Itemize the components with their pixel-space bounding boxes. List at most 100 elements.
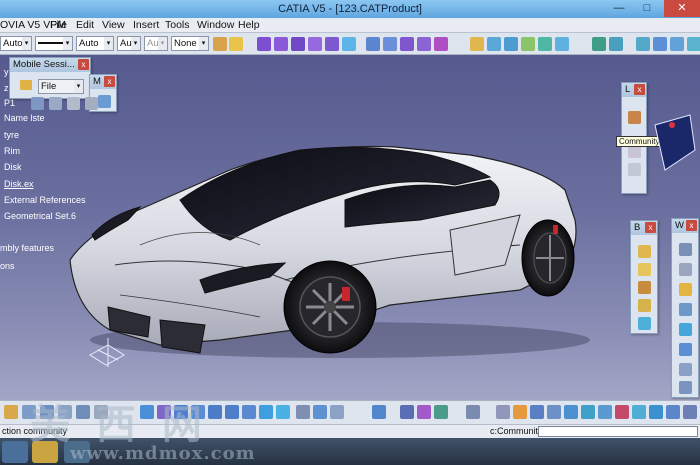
menu-insert[interactable]: Insert <box>133 19 159 31</box>
tree-item-disk-ex[interactable]: Disk.ex <box>4 179 34 189</box>
menu-view[interactable]: View <box>102 19 125 31</box>
b-tool-icon-5[interactable] <box>638 317 651 330</box>
catalog-icon[interactable] <box>466 405 480 419</box>
analysis-icon-1[interactable] <box>592 37 606 51</box>
move-icon-4[interactable] <box>521 37 535 51</box>
tree-item-p1[interactable]: P1 <box>4 98 15 108</box>
tool-icon-1[interactable] <box>636 37 650 51</box>
menu-edit[interactable]: Edit <box>76 19 94 31</box>
tool-icon-4[interactable] <box>687 37 700 51</box>
w-tool-icon-7[interactable] <box>679 363 692 376</box>
export-icon[interactable] <box>85 97 98 110</box>
zoom-out-icon[interactable] <box>225 405 239 419</box>
filter-icon[interactable] <box>649 405 663 419</box>
w-tool-icon-3[interactable] <box>679 283 692 296</box>
menu-tools[interactable]: Tools <box>165 19 190 31</box>
tool-icon-3[interactable] <box>670 37 684 51</box>
doc-icon[interactable] <box>598 405 612 419</box>
constraint-icon-4[interactable] <box>417 37 431 51</box>
brush-icon[interactable] <box>229 37 243 51</box>
w-tool-icon-8[interactable] <box>679 381 692 394</box>
b-tool-icon-2[interactable] <box>638 263 651 276</box>
maximize-button[interactable]: □ <box>634 0 660 17</box>
move-icon-2[interactable] <box>487 37 501 51</box>
annotation-icon[interactable] <box>632 405 646 419</box>
publish-icon[interactable] <box>666 405 680 419</box>
tree-item-y[interactable]: y <box>4 67 9 77</box>
normal-view-icon[interactable] <box>242 405 256 419</box>
color-combo[interactable]: Auto ▾ <box>0 36 32 51</box>
close-button[interactable]: ✕ <box>664 0 700 17</box>
update-icon[interactable] <box>372 405 386 419</box>
b-tool-icon-1[interactable] <box>638 245 651 258</box>
measure-icon[interactable] <box>400 405 414 419</box>
constraint-icon-2[interactable] <box>383 37 397 51</box>
snap-grid-icon[interactable] <box>547 405 561 419</box>
product-icon-1[interactable] <box>257 37 271 51</box>
w-tool-icon-1[interactable] <box>679 243 692 256</box>
constraint-icon-3[interactable] <box>400 37 414 51</box>
inertia-icon[interactable] <box>434 405 448 419</box>
product-icon-6[interactable] <box>342 37 356 51</box>
item2-icon[interactable] <box>628 163 641 176</box>
move-icon-1[interactable] <box>470 37 484 51</box>
b-tool-icon-4[interactable] <box>638 299 651 312</box>
close-icon[interactable]: x <box>634 84 645 95</box>
render-icon[interactable] <box>276 405 290 419</box>
zoom-in-icon[interactable] <box>208 405 222 419</box>
w-tool-icon-5[interactable] <box>679 323 692 336</box>
move-icon-3[interactable] <box>504 37 518 51</box>
options-icon[interactable] <box>683 405 697 419</box>
w-tool-icon-2[interactable] <box>679 263 692 276</box>
file-select[interactable]: File ▾ <box>38 79 84 94</box>
tree-item-rim[interactable]: Rim <box>4 146 20 156</box>
product-icon-3[interactable] <box>291 37 305 51</box>
painter-icon[interactable] <box>213 37 227 51</box>
w-tool-icon-6[interactable] <box>679 343 692 356</box>
menu-help[interactable]: Help <box>238 19 260 31</box>
knowledge-icon[interactable] <box>496 405 510 419</box>
folder-icon[interactable] <box>20 80 32 90</box>
move-icon-6[interactable] <box>555 37 569 51</box>
thickness-combo[interactable]: Auto ▾ <box>76 36 114 51</box>
tree-item-namelste[interactable]: Name lste <box>4 113 45 123</box>
formula-icon[interactable] <box>513 405 527 419</box>
product-icon-4[interactable] <box>308 37 322 51</box>
transparency-combo[interactable]: Aut ▾ <box>144 36 168 51</box>
menu-window[interactable]: Window <box>197 19 234 31</box>
tree-item-z[interactable]: z <box>4 83 9 93</box>
close-icon[interactable]: x <box>104 76 115 87</box>
clash-icon[interactable] <box>417 405 431 419</box>
w-tool-icon-4[interactable] <box>679 303 692 316</box>
refresh-icon[interactable] <box>49 97 62 110</box>
tool-icon-2[interactable] <box>653 37 667 51</box>
bottom-icon-1[interactable] <box>4 405 18 419</box>
product-icon-5[interactable] <box>325 37 339 51</box>
move-icon-5[interactable] <box>538 37 552 51</box>
tree-item-tyre[interactable]: tyre <box>4 130 19 140</box>
linetype2-combo[interactable]: Aut ▾ <box>117 36 141 51</box>
section-icon[interactable] <box>615 405 629 419</box>
sync-icon[interactable] <box>67 97 80 110</box>
start-icon[interactable] <box>2 441 28 463</box>
community-icon[interactable] <box>628 111 641 124</box>
layer-combo[interactable]: None ▾ <box>171 36 209 51</box>
command-input[interactable] <box>538 426 698 437</box>
product-icon-2[interactable] <box>274 37 288 51</box>
close-icon[interactable]: x <box>78 59 89 70</box>
menu-file[interactable]: File <box>50 19 67 31</box>
constraint-icon-5[interactable] <box>434 37 448 51</box>
minimize-button[interactable]: — <box>606 0 632 17</box>
table-icon[interactable] <box>581 405 595 419</box>
swap-icon[interactable] <box>313 405 327 419</box>
tree-item-disk[interactable]: Disk <box>4 162 22 172</box>
analysis-icon-2[interactable] <box>609 37 623 51</box>
compass-icon[interactable] <box>564 405 578 419</box>
constraint-icon-1[interactable] <box>366 37 380 51</box>
tree-item-assembly-features[interactable]: mbly features <box>0 243 54 253</box>
save-icon[interactable] <box>31 97 44 110</box>
tree-item-constraints[interactable]: ons <box>0 261 15 271</box>
axis-icon[interactable] <box>530 405 544 419</box>
layer-icon[interactable] <box>330 405 344 419</box>
hide-show-icon[interactable] <box>296 405 310 419</box>
